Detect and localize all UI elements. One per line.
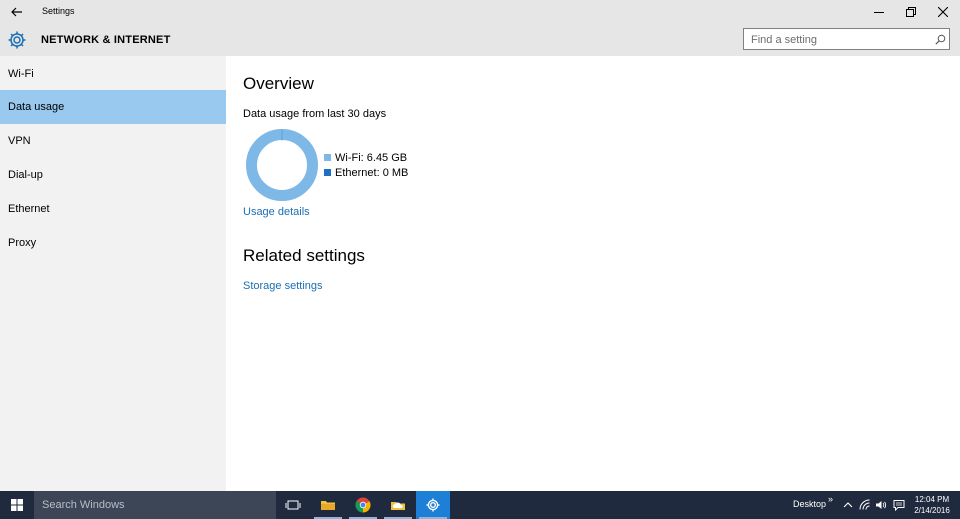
donut-segment-wifi bbox=[246, 129, 318, 201]
windows-logo-icon bbox=[11, 499, 23, 511]
sidebar-item-proxy[interactable]: Proxy bbox=[0, 226, 226, 260]
taskbar: Search Windows Desktop » 12:04 PM 2/14/2… bbox=[0, 491, 960, 519]
data-usage-period-text: Data usage from last 30 days bbox=[243, 108, 387, 120]
volume-icon[interactable] bbox=[875, 499, 887, 511]
restore-button[interactable] bbox=[894, 0, 928, 24]
sidebar-item-dial-up[interactable]: Dial-up bbox=[0, 158, 226, 192]
usage-details-link[interactable]: Usage details bbox=[243, 206, 310, 218]
app-header: NETWORK & INTERNET bbox=[0, 24, 960, 56]
sidebar-item-ethernet[interactable]: Ethernet bbox=[0, 192, 226, 226]
search-input[interactable] bbox=[751, 33, 931, 46]
chevron-up-icon[interactable] bbox=[842, 499, 854, 511]
title-bar: Settings bbox=[0, 0, 960, 24]
settings-icon bbox=[426, 498, 440, 512]
close-button[interactable] bbox=[926, 0, 960, 24]
search-icon[interactable] bbox=[935, 34, 946, 45]
back-arrow-icon[interactable] bbox=[7, 2, 27, 22]
sidebar-item-label: Ethernet bbox=[8, 203, 50, 215]
clock-date: 2/14/2016 bbox=[914, 506, 950, 515]
clock-time: 12:04 PM bbox=[914, 495, 950, 504]
sidebar-item-label: Proxy bbox=[8, 237, 37, 249]
sidebar-item-vpn[interactable]: VPN bbox=[0, 124, 226, 158]
gear-icon bbox=[7, 30, 27, 50]
related-settings-heading: Related settings bbox=[243, 246, 365, 265]
file-explorer-button[interactable] bbox=[311, 491, 345, 519]
wifi-icon[interactable] bbox=[859, 499, 871, 511]
taskbar-search-placeholder: Search Windows bbox=[42, 499, 125, 511]
window-title: Settings bbox=[42, 6, 75, 16]
find-setting-search-box[interactable] bbox=[743, 28, 950, 50]
minimize-button[interactable] bbox=[862, 0, 896, 24]
storage-settings-link[interactable]: Storage settings bbox=[243, 280, 323, 292]
onedrive-folder-icon bbox=[391, 502, 405, 510]
overview-heading: Overview bbox=[243, 74, 314, 93]
legend-swatch-ethernet bbox=[324, 169, 331, 176]
sidebar: Wi-Fi Data usage VPN Dial-up Ethernet Pr… bbox=[0, 56, 226, 491]
page-title: NETWORK & INTERNET bbox=[41, 34, 171, 46]
file-explorer-icon bbox=[321, 501, 335, 510]
chrome-icon bbox=[355, 497, 371, 513]
sidebar-item-label: Data usage bbox=[8, 101, 65, 113]
notification-icon[interactable] bbox=[893, 499, 905, 511]
legend-wifi: Wi-Fi: 6.45 GB bbox=[324, 152, 407, 164]
system-clock[interactable]: 12:04 PM 2/14/2016 bbox=[912, 494, 952, 516]
desktop-toolbar-label[interactable]: Desktop bbox=[793, 499, 826, 509]
desktop-toolbar-chevron[interactable]: » bbox=[828, 494, 833, 504]
settings-app-button[interactable] bbox=[416, 491, 450, 519]
sidebar-item-label: Wi-Fi bbox=[8, 68, 34, 80]
sidebar-item-label: VPN bbox=[8, 135, 31, 147]
legend-swatch-wifi bbox=[324, 154, 331, 161]
start-button[interactable] bbox=[0, 491, 34, 519]
sidebar-item-wifi[interactable]: Wi-Fi bbox=[0, 57, 226, 91]
chrome-button[interactable] bbox=[346, 491, 380, 519]
main-content: Overview Data usage from last 30 days Wi… bbox=[226, 56, 960, 491]
legend-label: Wi-Fi: 6.45 GB bbox=[335, 152, 408, 164]
legend-label: Ethernet: 0 MB bbox=[335, 167, 409, 179]
sidebar-item-label: Dial-up bbox=[8, 169, 43, 181]
data-usage-donut-chart bbox=[246, 129, 318, 201]
sidebar-item-data-usage[interactable]: Data usage bbox=[0, 90, 226, 124]
onedrive-folder-button[interactable] bbox=[381, 491, 415, 519]
task-view-button[interactable] bbox=[276, 491, 310, 519]
taskbar-search-box[interactable]: Search Windows bbox=[34, 491, 276, 519]
legend-ethernet: Ethernet: 0 MB bbox=[324, 167, 408, 179]
task-view-icon bbox=[285, 500, 301, 510]
